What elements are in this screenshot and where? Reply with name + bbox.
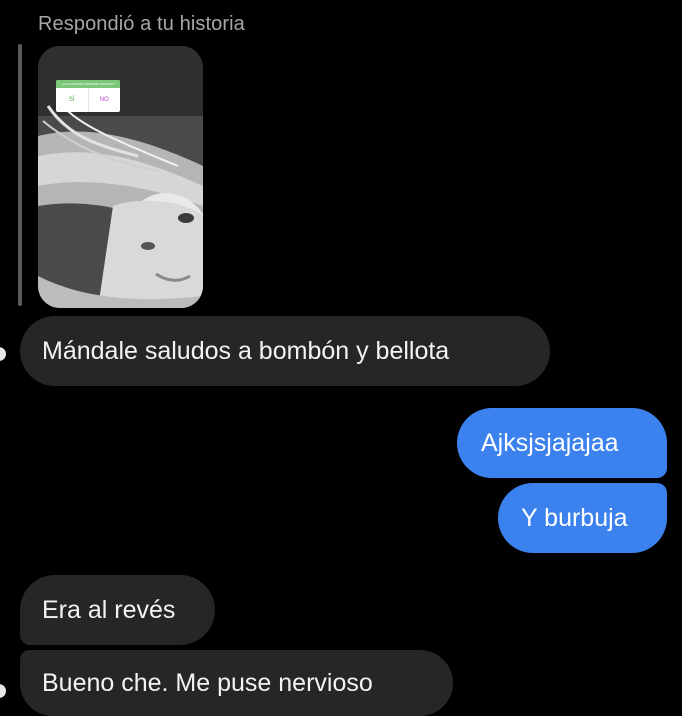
message-sent[interactable]: Ajksjsjajajaa (457, 408, 667, 478)
message-received[interactable]: Bueno che. Me puse nervioso (20, 650, 453, 716)
poll-question: ¿LE GUSTARÍA CASARSE CONMIGO? (56, 80, 120, 88)
story-reply-label: Respondió a tu historia (38, 13, 245, 35)
avatar[interactable] (0, 684, 6, 698)
poll-sticker: ¿LE GUSTARÍA CASARSE CONMIGO? SÍ NO (56, 80, 120, 112)
poll-option-no: NO (87, 88, 121, 112)
poll-option-yes: SÍ (68, 97, 75, 103)
message-received[interactable]: Mándale saludos a bombón y bellota (20, 316, 550, 386)
story-thumbnail[interactable]: ¿LE GUSTARÍA CASARSE CONMIGO? SÍ NO (38, 46, 203, 308)
message-received[interactable]: Era al revés (20, 575, 215, 645)
reply-quote-bar (18, 44, 22, 306)
message-sent[interactable]: Y burbuja (498, 483, 667, 553)
avatar[interactable] (0, 347, 6, 361)
